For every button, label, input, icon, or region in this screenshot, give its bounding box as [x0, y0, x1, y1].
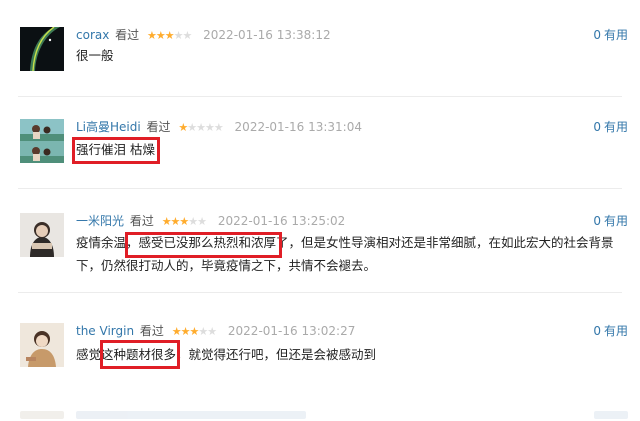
- avatar[interactable]: [20, 119, 64, 163]
- vote-button[interactable]: 0 有用: [593, 119, 628, 135]
- rating-stars: ★★★★★: [178, 121, 223, 134]
- rating-stars: ★★★★★: [171, 325, 217, 338]
- vote-label: 有用: [603, 28, 628, 42]
- comment-meta: corax 看过 ★★★★★ 2022-01-16 13:38:12: [76, 27, 331, 44]
- seen-label: 看过: [139, 324, 164, 338]
- rating-stars: ★★★★★: [147, 29, 192, 42]
- preview-avatar: [20, 411, 64, 419]
- vote-label: 有用: [603, 120, 628, 134]
- couple-photo-avatar-icon: [20, 119, 64, 163]
- vote-count: 0: [593, 120, 601, 134]
- vote-count: 0: [593, 214, 601, 228]
- night-horizon-avatar-icon: [20, 27, 64, 71]
- vote-label: 有用: [603, 324, 628, 338]
- username-link[interactable]: 一米阳光: [76, 214, 124, 228]
- username-link[interactable]: corax: [76, 28, 109, 42]
- highlight-box: [72, 137, 160, 164]
- comment-meta: Li高曼Heidi 看过 ★★★★★ 2022-01-16 13:31:04: [76, 119, 362, 136]
- next-comment-preview: [0, 405, 640, 421]
- vote-button[interactable]: 0 有用: [593, 323, 628, 339]
- comment-meta: the Virgin 看过 ★★★★★ 2022-01-16 13:02:27: [76, 323, 355, 340]
- vote-count: 0: [593, 324, 601, 338]
- comment-text: 很一般: [76, 48, 114, 63]
- comment-time: 2022-01-16 13:02:27: [227, 324, 356, 338]
- vote-button[interactable]: 0 有用: [593, 213, 628, 229]
- username-link[interactable]: the Virgin: [76, 324, 134, 338]
- comment-time: 2022-01-16 13:31:04: [234, 120, 362, 134]
- preview-votes: [594, 411, 628, 419]
- vote-button[interactable]: 0 有用: [593, 27, 628, 43]
- vote-label: 有用: [603, 214, 628, 228]
- seen-label: 看过: [146, 120, 171, 134]
- vote-count: 0: [593, 28, 601, 42]
- highlight-box: [125, 232, 282, 258]
- highlight-box: [100, 340, 180, 369]
- woman-sitting-avatar-icon: [20, 323, 64, 367]
- avatar[interactable]: [20, 27, 64, 71]
- seen-label: 看过: [129, 214, 154, 228]
- divider: [18, 96, 622, 97]
- avatar[interactable]: [20, 323, 64, 367]
- comment-time: 2022-01-16 13:38:12: [203, 28, 331, 42]
- rating-stars: ★★★★★: [161, 215, 207, 228]
- portrait-avatar-icon: [20, 213, 64, 257]
- divider: [18, 188, 622, 189]
- comment-meta: 一米阳光 看过 ★★★★★ 2022-01-16 13:25:02: [76, 213, 345, 230]
- username-link[interactable]: Li高曼Heidi: [76, 120, 141, 134]
- divider: [18, 292, 622, 293]
- comment-time: 2022-01-16 13:25:02: [217, 214, 346, 228]
- avatar[interactable]: [20, 213, 64, 257]
- preview-meta: [76, 411, 306, 419]
- seen-label: 看过: [115, 28, 140, 42]
